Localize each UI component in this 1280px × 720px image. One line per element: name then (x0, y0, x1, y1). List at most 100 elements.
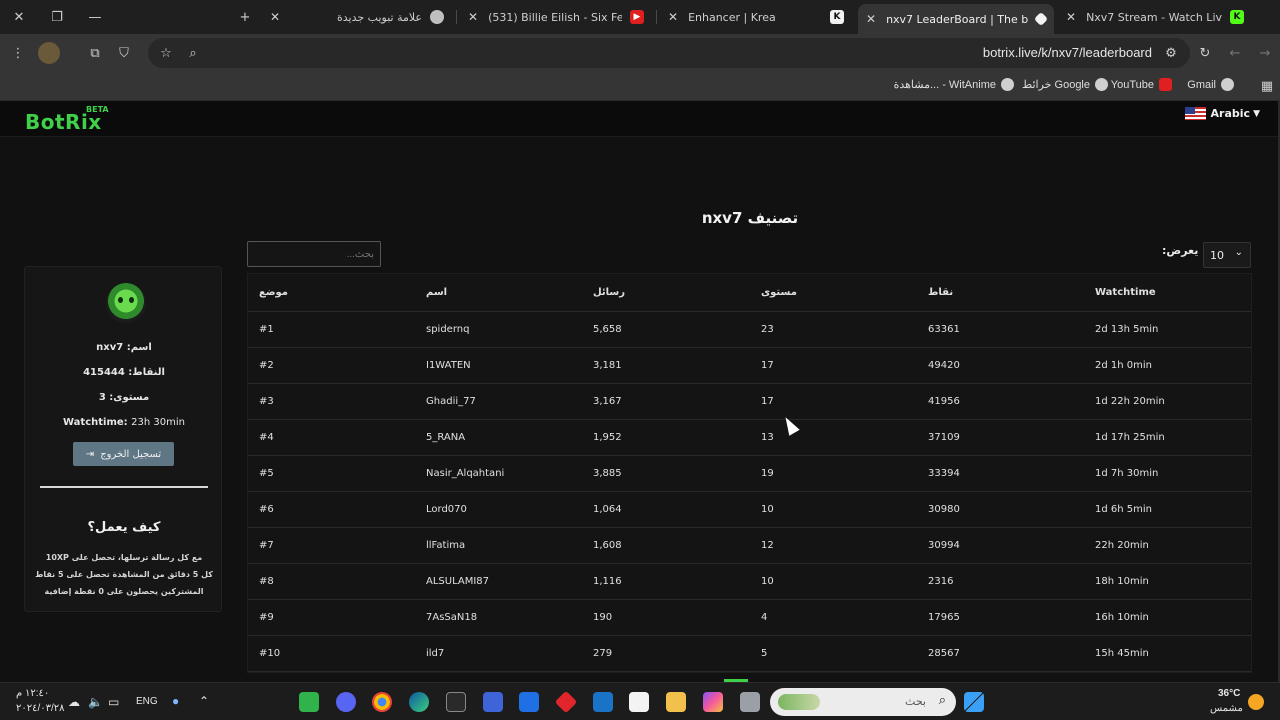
column-header-level[interactable]: مستوى (761, 274, 797, 312)
tab-title: (531) Billie Eilish - Six Feet Under (488, 10, 622, 24)
extensions-icon[interactable]: ⧉ (84, 42, 106, 64)
app-red-icon[interactable] (554, 690, 578, 714)
cell-points: 17965 (928, 612, 960, 623)
input-language[interactable]: ENG (136, 696, 158, 707)
entries-per-page-select[interactable]: 10 ⌄ (1203, 242, 1251, 268)
search-placeholder: بحث (905, 695, 926, 708)
table-header-row: موضع اسم رسائل مستوى نقاط Watchtime (248, 274, 1251, 312)
back-arrow-icon[interactable]: ← (1224, 42, 1246, 64)
menu-dots-icon[interactable]: ⋮ (7, 42, 29, 64)
store-icon[interactable] (629, 692, 649, 712)
windows-start-icon[interactable] (964, 692, 984, 712)
outlook-icon[interactable] (593, 692, 613, 712)
minimize-window-icon[interactable]: — (76, 0, 114, 34)
tab-title: Nxv7 Stream - Watch Live on Kick (1086, 10, 1222, 24)
shield-icon[interactable]: ⛉ (113, 42, 135, 64)
chevron-up-icon[interactable]: ⌃ (199, 694, 209, 708)
profile-name: اسم: nxv7 (96, 342, 152, 353)
forward-arrow-icon[interactable]: → (1254, 42, 1276, 64)
bookmark-star-icon[interactable]: ☆ (155, 42, 177, 64)
close-tab-icon[interactable]: ✕ (468, 10, 478, 24)
tab-leaderboard[interactable]: ✕ nxv7 LeaderBoard | The best Ch (858, 4, 1054, 34)
table-row: #5 Nasir_Alqahtani 3,885 19 33394 1d 7h 30min (248, 456, 1251, 492)
speaker-icon[interactable]: 🔈 (88, 695, 103, 709)
cell-points: 2316 (928, 576, 954, 587)
bookmark-witanime[interactable]: مشاهدة... - WitAnime (894, 78, 1014, 91)
cell-level: 17 (761, 396, 774, 407)
tab-kick[interactable]: ✕ Nxv7 Stream - Watch Live on Kick K (1058, 4, 1252, 30)
cell-watchtime: 1d 17h 25min (1095, 432, 1165, 443)
globe-icon (1221, 78, 1234, 91)
column-header-name[interactable]: اسم (426, 274, 447, 312)
bookmark-google-maps[interactable]: خرائط Google (1022, 78, 1108, 91)
cell-name: Ghadii_77 (426, 396, 476, 407)
site-settings-icon[interactable]: ⚙ (1160, 42, 1182, 64)
site-header: BotRix BETA Arabic ▼ (0, 101, 1278, 137)
discord-icon[interactable] (336, 692, 356, 712)
close-tab-icon[interactable]: ✕ (270, 10, 280, 24)
cell-messages: 3,167 (593, 396, 622, 407)
bookmark-gmail[interactable]: Gmail (1187, 78, 1234, 91)
cell-position: #5 (259, 468, 274, 479)
how-it-works-line: مع كل رسالة ترسلها، تحصل على 10XP (45, 553, 203, 562)
how-it-works-title: كيف يعمل؟ (87, 520, 161, 535)
search-icon[interactable]: ⌕ (182, 42, 204, 64)
file-explorer-icon[interactable] (666, 692, 686, 712)
language-selector[interactable]: Arabic ▼ (1184, 107, 1260, 120)
taskbar-search[interactable]: بحث ⌕ (770, 688, 956, 716)
tab-krea[interactable]: ✕ Enhancer | Krea K (660, 4, 852, 30)
globe-icon (1095, 78, 1108, 91)
bookmark-label: YouTube (1110, 78, 1154, 91)
browser-tab-bar: ✕ ❐ — + ✕ علامة تبويب جديدة ✕ (531) Bill… (0, 0, 1280, 34)
cell-watchtime: 2d 1h 0min (1095, 360, 1152, 371)
cell-position: #3 (259, 396, 274, 407)
column-header-position[interactable]: موضع (259, 274, 288, 312)
logout-button[interactable]: ⇥ تسجيل الخروج (73, 442, 174, 466)
show-entries-label: يعرض: (1162, 244, 1198, 257)
search-input[interactable] (247, 241, 381, 267)
column-header-messages[interactable]: رسائل (593, 274, 625, 312)
column-header-points[interactable]: نقاط (928, 274, 953, 312)
kick-app-icon[interactable] (299, 692, 319, 712)
table-row: #6 Lord070 1,064 10 30980 1d 6h 5min (248, 492, 1251, 528)
cell-name: ALSULAMI87 (426, 576, 490, 587)
leaderboard-table: موضع اسم رسائل مستوى نقاط Watchtime #1 sp… (247, 273, 1252, 673)
tab-new-tab[interactable]: ✕ علامة تبويب جديدة (262, 4, 452, 30)
cell-points: 28567 (928, 648, 960, 659)
cell-watchtime: 1d 22h 20min (1095, 396, 1165, 407)
reload-icon[interactable]: ↻ (1194, 42, 1216, 64)
cell-position: #4 (259, 432, 274, 443)
cell-messages: 1,116 (593, 576, 622, 587)
copilot-icon[interactable] (703, 692, 723, 712)
profile-avatar[interactable] (38, 42, 60, 64)
column-header-watchtime[interactable]: Watchtime (1095, 274, 1156, 312)
task-view-icon[interactable] (740, 692, 760, 712)
restore-window-icon[interactable]: ❐ (38, 0, 76, 34)
cell-name: Lord070 (426, 504, 467, 515)
chrome-app-icon[interactable] (372, 692, 392, 712)
cell-name: 5_RANA (426, 432, 466, 443)
cell-messages: 1,952 (593, 432, 622, 443)
close-window-icon[interactable]: ✕ (0, 0, 38, 34)
network-icon[interactable]: ▭ (108, 695, 119, 709)
chevron-down-icon: ⌄ (1234, 247, 1243, 258)
apps-grid-icon[interactable]: ▦ (1256, 75, 1278, 97)
close-tab-icon[interactable]: ✕ (1066, 10, 1076, 24)
logout-icon: ⇥ (85, 448, 95, 460)
notifications-icon[interactable]: ☁ (68, 695, 80, 709)
settings-app-icon[interactable] (483, 692, 503, 712)
epic-games-icon[interactable] (446, 692, 466, 712)
close-tab-icon[interactable]: ✕ (866, 12, 876, 26)
divider (40, 486, 208, 488)
dropbox-icon[interactable] (519, 692, 539, 712)
microphone-icon[interactable]: ● (172, 694, 179, 708)
address-bar[interactable]: ☆ ⌕ botrix.live/k/nxv7/leaderboard ⚙ (148, 38, 1190, 68)
close-tab-icon[interactable]: ✕ (668, 10, 678, 24)
sun-icon[interactable] (1248, 694, 1264, 710)
tab-youtube[interactable]: ✕ (531) Billie Eilish - Six Feet Under ▶ (460, 4, 652, 30)
watchtime-value: 23h 30min (131, 417, 185, 428)
bookmark-youtube[interactable]: YouTube (1111, 78, 1172, 91)
browser-toolbar: ⋮ ⧉ ⛉ ☆ ⌕ botrix.live/k/nxv7/leaderboard… (0, 34, 1280, 72)
new-tab-icon[interactable]: + (226, 0, 264, 34)
edge-icon[interactable] (409, 692, 429, 712)
